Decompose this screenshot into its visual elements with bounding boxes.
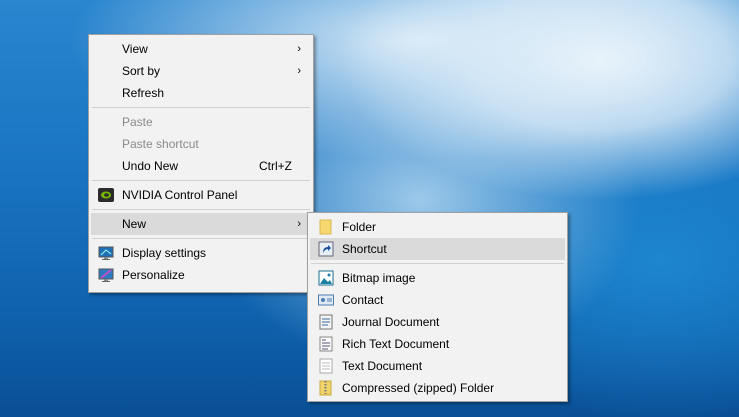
chevron-right-icon: › <box>297 43 301 55</box>
desktop-context-menu: View › Sort by › Refresh Paste Paste short… <box>88 34 314 293</box>
rtf-icon <box>319 336 333 352</box>
submenu-item-compressed-folder[interactable]: Compressed (zipped) Folder <box>310 377 565 399</box>
menu-item-personalize[interactable]: Personalize <box>91 264 311 286</box>
chevron-right-icon: › <box>297 65 301 77</box>
nvidia-icon <box>98 188 114 202</box>
menu-item-nvidia-control-panel[interactable]: NVIDIA Control Panel <box>91 184 311 206</box>
submenu-item-contact[interactable]: Contact <box>310 289 565 311</box>
submenu-item-journal-document[interactable]: Journal Document <box>310 311 565 333</box>
separator <box>92 238 310 239</box>
menu-item-display-settings[interactable]: Display settings <box>91 242 311 264</box>
separator <box>92 107 310 108</box>
journal-icon <box>319 314 333 330</box>
personalize-icon <box>98 268 114 282</box>
submenu-item-folder[interactable]: Folder <box>310 216 565 238</box>
chevron-right-icon: › <box>297 218 301 230</box>
text-document-icon <box>319 358 333 374</box>
zip-folder-icon <box>319 380 332 396</box>
menu-item-refresh[interactable]: Refresh <box>91 82 311 104</box>
new-submenu: Folder Shortcut Bitmap image Contact Jou… <box>307 212 568 402</box>
submenu-item-text-document[interactable]: Text Document <box>310 355 565 377</box>
separator <box>92 209 310 210</box>
menu-item-paste-shortcut: Paste shortcut <box>122 137 199 151</box>
separator <box>311 263 564 264</box>
submenu-item-rich-text-document[interactable]: Rich Text Document <box>310 333 565 355</box>
menu-item-view[interactable]: View › <box>91 38 311 60</box>
submenu-item-shortcut[interactable]: Shortcut <box>310 238 565 260</box>
menu-item-sort-by[interactable]: Sort by › <box>91 60 311 82</box>
menu-item-new[interactable]: New › <box>91 213 311 235</box>
contact-icon <box>318 294 334 306</box>
shortcut-icon <box>318 241 334 257</box>
folder-icon <box>319 219 332 235</box>
menu-item-undo-new[interactable]: Undo New Ctrl+Z <box>91 155 311 177</box>
separator <box>92 180 310 181</box>
bitmap-icon <box>318 270 334 286</box>
display-icon <box>98 246 114 260</box>
shortcut-text: Ctrl+Z <box>259 159 292 173</box>
menu-item-paste: Paste <box>122 115 153 129</box>
submenu-item-bitmap-image[interactable]: Bitmap image <box>310 267 565 289</box>
